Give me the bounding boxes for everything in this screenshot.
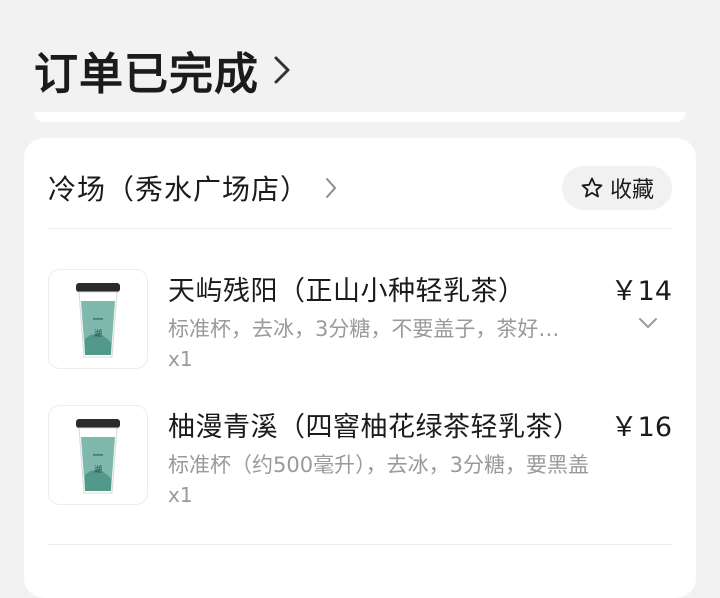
order-item[interactable]: 一 湖 柚漫青溪（四窨柚花绿茶轻乳茶） ￥16 标准杯（约500毫升），去冰，3… [48,405,672,507]
svg-text:湖: 湖 [94,329,102,338]
order-status-title: 订单已完成 [34,49,259,100]
previous-card-edge [34,112,686,122]
favorite-label: 收藏 [609,178,654,203]
item-price: ￥16 [610,412,672,443]
svg-text:湖: 湖 [94,465,102,474]
order-status-header[interactable]: 订单已完成 [34,38,291,102]
chevron-down-icon[interactable] [638,317,658,329]
divider [48,544,672,545]
item-quantity: x1 [168,483,193,507]
item-name: 柚漫青溪（四窨柚花绿茶轻乳茶） [168,412,581,443]
order-item[interactable]: 一 湖 天屿残阳（正山小种轻乳茶） ￥14 标准杯，去冰，3分糖，不要盖子，茶好… [48,269,672,371]
svg-text:一: 一 [93,313,104,326]
item-price: ￥14 [610,276,672,307]
product-thumbnail: 一 湖 [48,405,148,505]
favorite-button[interactable]: 收藏 [562,166,672,210]
tea-cup-image: 一 湖 [76,419,120,494]
store-row[interactable]: 冷场（秀水广场店） 收藏 [48,166,672,210]
tea-cup-image: 一 湖 [76,283,120,358]
item-spec: 标准杯（约500毫升），去冰，3分糖，要黑盖 [168,453,589,477]
item-quantity: x1 [168,347,193,371]
chevron-right-icon [274,56,290,84]
svg-text:一: 一 [93,449,104,462]
divider [48,228,672,229]
order-card: 冷场（秀水广场店） 收藏 一 湖 天屿残阳（正山小种轻乳茶） ￥14 标准杯，去… [24,138,696,598]
star-outline-icon [581,177,603,198]
item-spec: 标准杯，去冰，3分糖，不要盖子，茶好… [168,317,560,341]
chevron-right-icon [326,178,337,198]
product-thumbnail: 一 湖 [48,269,148,369]
store-name[interactable]: 冷场（秀水广场店） [48,168,309,208]
item-name: 天屿残阳（正山小种轻乳茶） [168,276,526,307]
